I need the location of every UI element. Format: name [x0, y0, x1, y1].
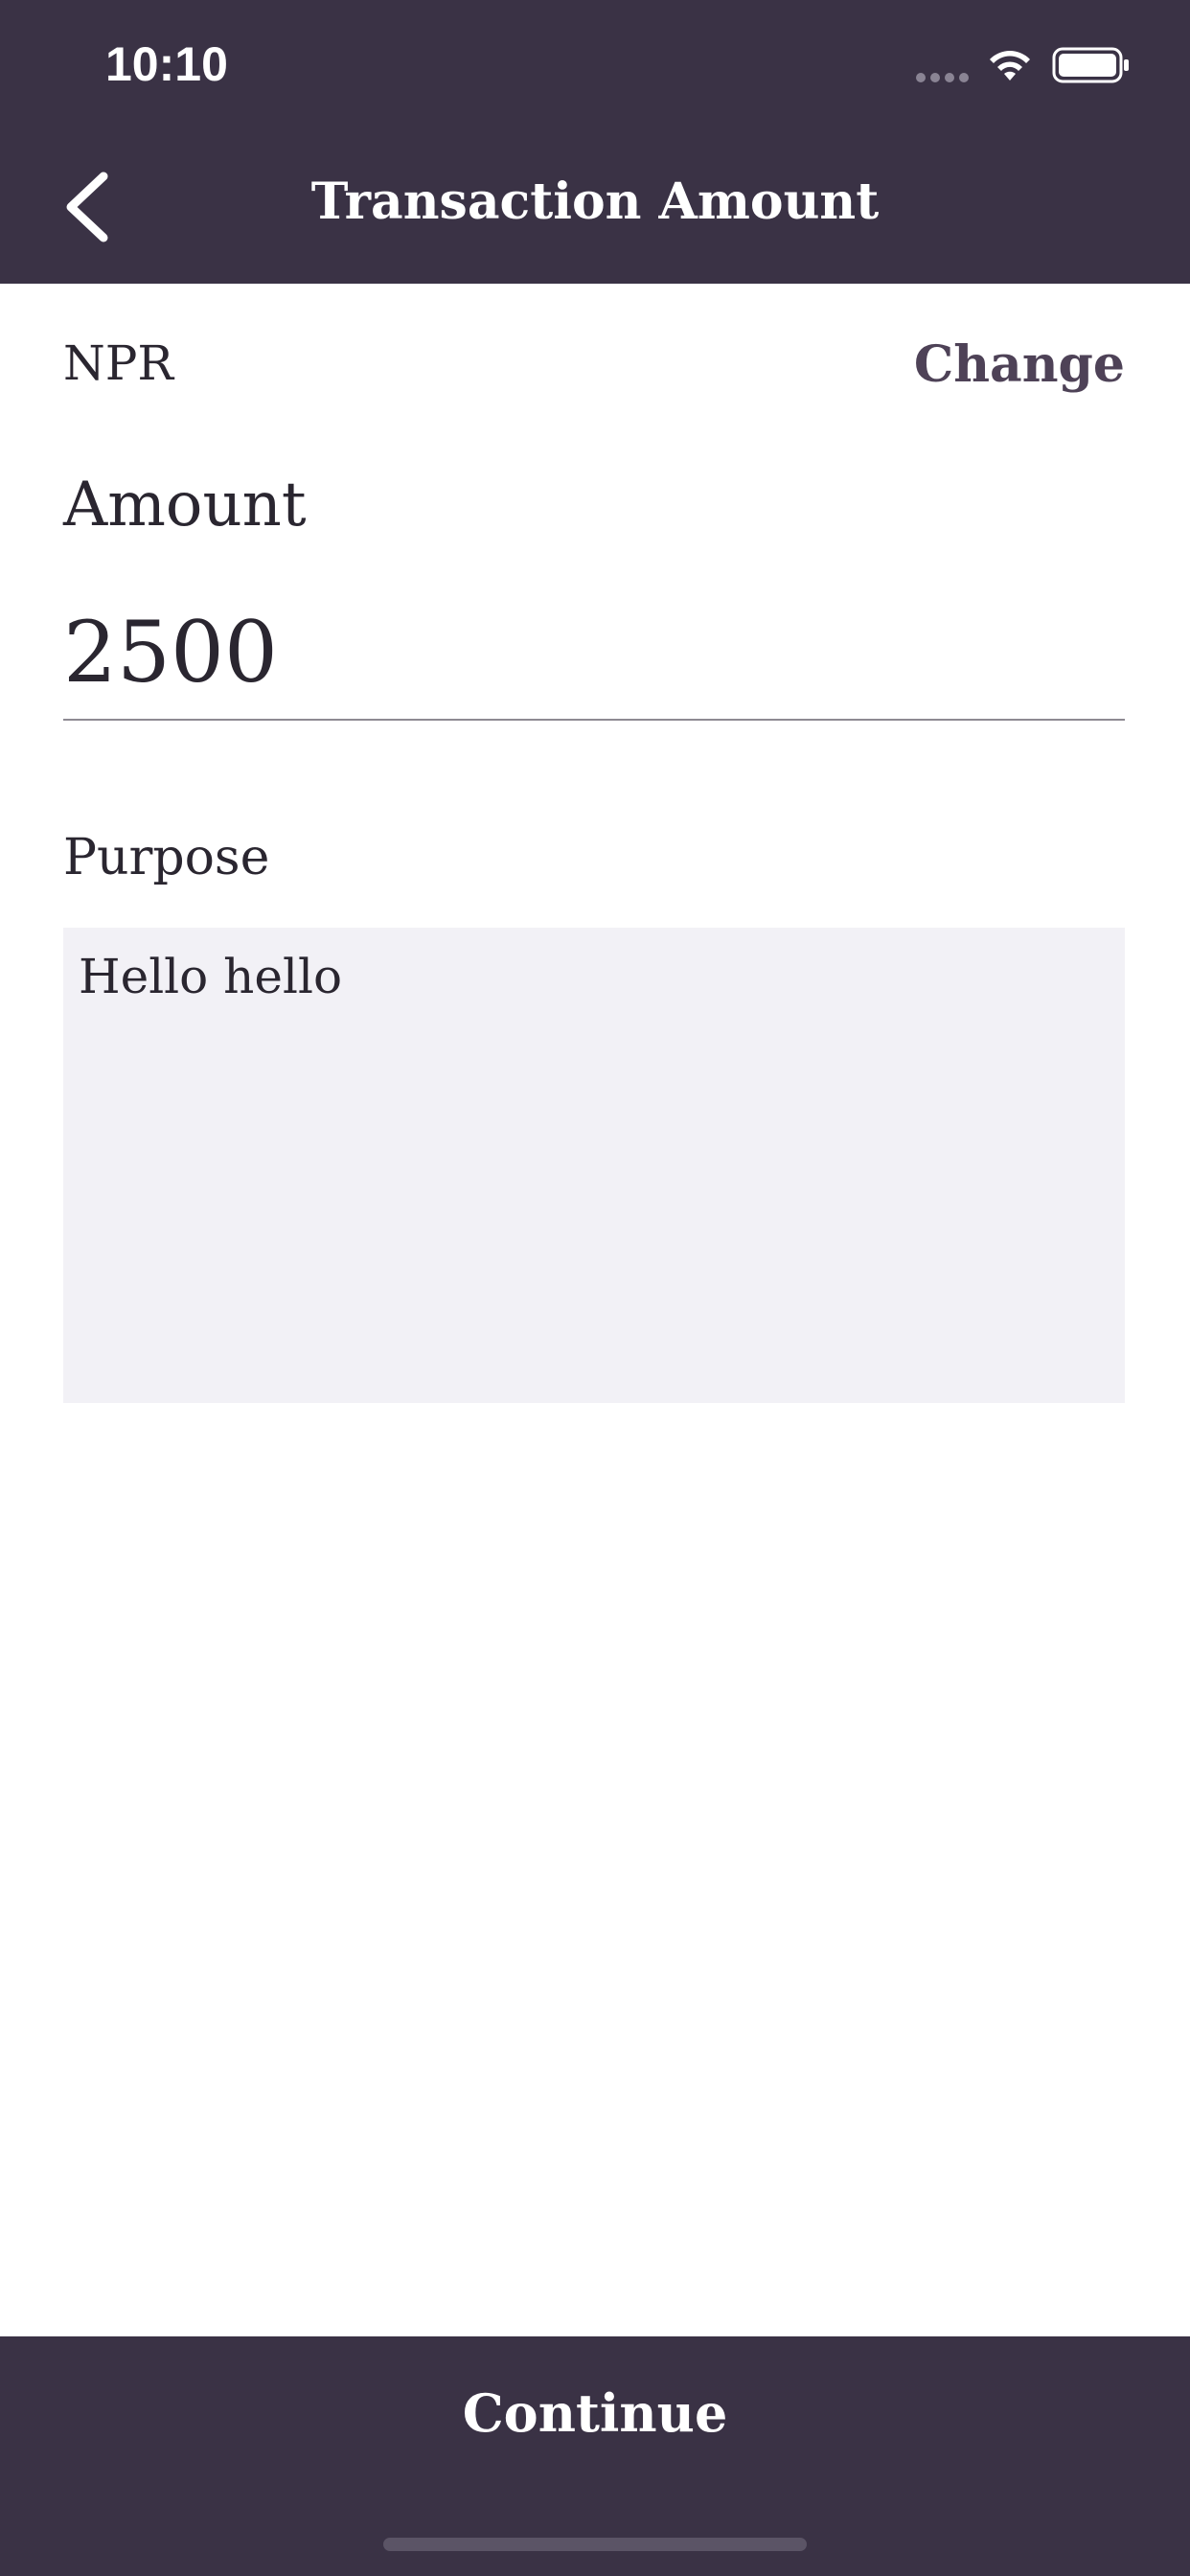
page-title: Transaction Amount [310, 172, 880, 231]
status-bar: 10:10 [0, 0, 1190, 130]
currency-row: NPR Change [63, 335, 1125, 402]
continue-button[interactable]: Continue [0, 2336, 1190, 2471]
status-time: 10:10 [105, 37, 228, 91]
amount-input[interactable] [63, 585, 1125, 721]
change-currency-button[interactable]: Change [914, 335, 1125, 394]
currency-code: NPR [63, 335, 174, 391]
home-indicator [383, 2538, 807, 2551]
cellular-signal-icon [916, 73, 969, 82]
bottom-bar: Continue [0, 2336, 1190, 2576]
navigation-bar: Transaction Amount [0, 130, 1190, 284]
purpose-label: Purpose [63, 829, 270, 886]
purpose-input[interactable]: Hello hello [63, 928, 1125, 1403]
amount-label: Amount [63, 470, 307, 540]
battery-icon [1052, 47, 1129, 83]
wifi-icon [990, 51, 1030, 80]
